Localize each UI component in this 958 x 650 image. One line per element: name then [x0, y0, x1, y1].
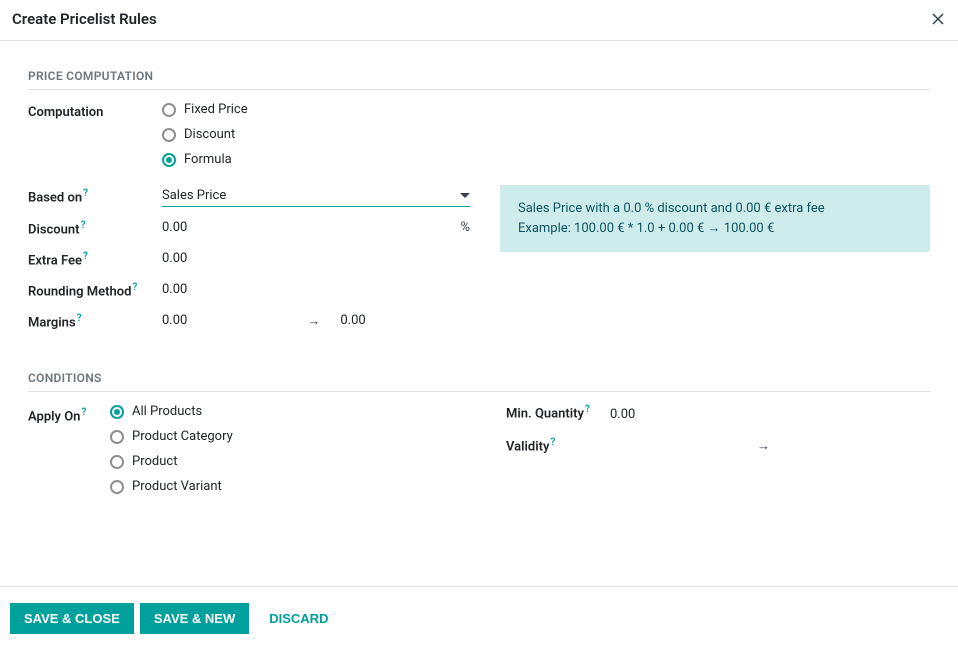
modal-title: Create Pricelist Rules: [12, 10, 157, 28]
radio-label: Discount: [184, 127, 235, 142]
radio-icon-selected: [162, 153, 176, 167]
label-computation: Computation: [28, 102, 162, 120]
validity-input[interactable]: →: [610, 437, 930, 454]
label-extra-fee: Extra Fee?: [28, 248, 162, 268]
radio-formula[interactable]: Formula: [162, 152, 930, 167]
row-min-quantity: Min. Quantity? 0.00: [506, 404, 930, 425]
radio-product-variant[interactable]: Product Variant: [110, 479, 476, 494]
radio-icon: [110, 430, 124, 444]
computation-options: Fixed Price Discount Formula: [162, 102, 930, 167]
save-close-button[interactable]: SAVE & CLOSE: [10, 603, 134, 634]
info-line-1: Sales Price with a 0.0 % discount and 0.…: [518, 199, 912, 219]
help-icon[interactable]: ?: [550, 437, 555, 448]
row-validity: Validity? →: [506, 437, 930, 454]
radio-label: Product: [132, 454, 177, 469]
radio-product[interactable]: Product: [110, 454, 476, 469]
row-based-on: Based on? Sales Price: [28, 185, 476, 207]
min-quantity-input[interactable]: 0.00: [610, 404, 635, 425]
based-on-value: Sales Price: [162, 188, 226, 203]
radio-label: Product Variant: [132, 479, 222, 494]
radio-label: Fixed Price: [184, 102, 248, 117]
help-icon[interactable]: ?: [585, 404, 590, 415]
label-min-quantity: Min. Quantity?: [506, 404, 610, 425]
rounding-method-input[interactable]: 0.00: [162, 279, 476, 300]
label-margins: Margins?: [28, 310, 162, 330]
help-icon[interactable]: ?: [132, 282, 137, 293]
help-icon[interactable]: ?: [81, 407, 86, 418]
label-based-on: Based on?: [28, 185, 162, 205]
radio-icon: [110, 480, 124, 494]
radio-label: Formula: [184, 152, 232, 167]
help-icon[interactable]: ?: [83, 251, 88, 262]
row-rounding-method: Rounding Method? 0.00: [28, 279, 476, 300]
extra-fee-input[interactable]: 0.00: [162, 248, 476, 269]
chevron-down-icon: [460, 193, 470, 199]
info-line-2: Example: 100.00 € * 1.0 + 0.00 € → 100.0…: [518, 219, 912, 239]
close-button[interactable]: [930, 11, 946, 27]
row-extra-fee: Extra Fee? 0.00: [28, 248, 476, 269]
discard-button[interactable]: DISCARD: [255, 603, 342, 634]
formula-info-box: Sales Price with a 0.0 % discount and 0.…: [500, 185, 930, 252]
radio-all-products[interactable]: All Products: [110, 404, 476, 419]
section-header-computation: PRICE COMPUTATION: [28, 69, 930, 90]
section-header-conditions: CONDITIONS: [28, 371, 930, 392]
modal-body: PRICE COMPUTATION Computation Fixed Pric…: [0, 41, 958, 586]
margin-max-input[interactable]: 0.00: [340, 310, 365, 331]
label-apply-on: Apply On?: [28, 404, 110, 424]
save-new-button[interactable]: SAVE & NEW: [140, 603, 249, 634]
help-icon[interactable]: ?: [83, 188, 88, 199]
modal-footer: SAVE & CLOSE SAVE & NEW DISCARD: [0, 586, 958, 650]
radio-icon: [162, 103, 176, 117]
discount-suffix: %: [460, 220, 470, 235]
margin-min-input[interactable]: 0.00: [162, 310, 187, 331]
label-validity: Validity?: [506, 437, 610, 454]
help-icon[interactable]: ?: [81, 220, 86, 231]
arrow-right-icon: →: [307, 313, 320, 329]
row-apply-on: Apply On? All Products Product Category: [28, 404, 476, 494]
radio-fixed-price[interactable]: Fixed Price: [162, 102, 930, 117]
row-discount: Discount? 0.00 %: [28, 217, 476, 238]
based-on-select[interactable]: Sales Price: [162, 185, 470, 207]
discount-input[interactable]: 0.00 %: [162, 217, 470, 238]
radio-label: Product Category: [132, 429, 233, 444]
help-icon[interactable]: ?: [77, 313, 82, 324]
arrow-right-icon: →: [757, 438, 770, 454]
radio-discount[interactable]: Discount: [162, 127, 930, 142]
radio-icon: [110, 455, 124, 469]
row-computation: Computation Fixed Price Discount Formula: [28, 102, 930, 167]
label-rounding-method: Rounding Method?: [28, 279, 162, 299]
row-margins: Margins? 0.00 → 0.00: [28, 310, 476, 331]
modal-header: Create Pricelist Rules: [0, 0, 958, 41]
radio-icon-selected: [110, 405, 124, 419]
discount-value: 0.00: [162, 217, 187, 238]
label-discount: Discount?: [28, 217, 162, 237]
radio-icon: [162, 128, 176, 142]
radio-label: All Products: [132, 404, 202, 419]
radio-product-category[interactable]: Product Category: [110, 429, 476, 444]
close-icon: [930, 11, 946, 27]
